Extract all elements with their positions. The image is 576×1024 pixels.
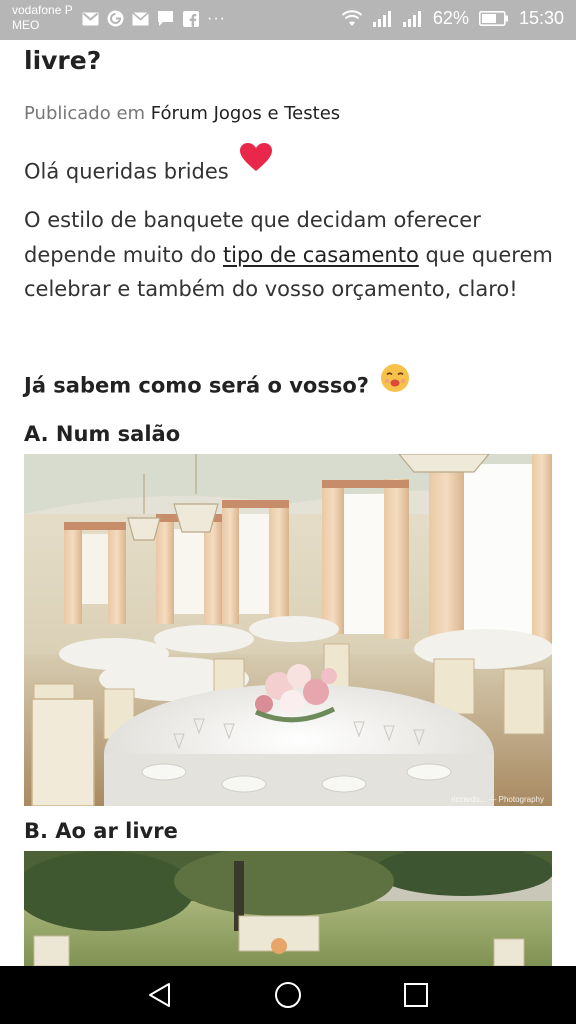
article-title: livre? [24, 46, 102, 75]
status-right: 62% 15:30 [341, 8, 564, 29]
published-prefix: Publicado em [24, 103, 151, 124]
forum-link[interactable]: Fórum Jogos e Testes [151, 103, 340, 124]
photo-credit: riccardo... — Photography [451, 795, 544, 804]
facebook-icon [182, 10, 199, 27]
home-button[interactable] [273, 980, 303, 1010]
email-icon [132, 10, 149, 27]
signal-icon-2 [402, 10, 423, 27]
signal-icon-1 [372, 10, 393, 27]
status-bar: vodafone P MEO ··· 62% 15:30 [0, 0, 576, 40]
notification-icons: ··· [82, 10, 226, 27]
gmail-icon [82, 10, 99, 27]
option-a-heading: A. Num salão [24, 422, 181, 446]
published-line: Publicado em Fórum Jogos e Testes [24, 103, 340, 124]
wifi-icon [341, 10, 363, 27]
home-icon [275, 982, 301, 1008]
question-heading: Já sabem como será o vosso? [24, 364, 410, 404]
question-text: Já sabem como será o vosso? [24, 373, 369, 398]
kissing-face-icon [380, 363, 410, 398]
back-button[interactable] [145, 980, 175, 1010]
greeting-line: Olá queridas brides [24, 143, 554, 193]
carrier-info: vodafone P MEO [12, 3, 73, 33]
greeting-text: Olá queridas brides [24, 159, 229, 184]
carrier-secondary: MEO [12, 18, 40, 32]
option-b-heading: B. Ao ar livre [24, 819, 178, 843]
app-icon [107, 10, 124, 27]
recent-apps-icon [404, 983, 428, 1007]
navigation-bar [0, 966, 576, 1024]
banquet-hall-photo: riccardo... — Photography [24, 454, 552, 806]
more-notifications-icon: ··· [207, 9, 226, 27]
back-icon [149, 983, 170, 1007]
battery-percent: 62% [432, 8, 469, 28]
recent-apps-button[interactable] [401, 980, 431, 1010]
chat-icon [157, 10, 174, 27]
body-paragraph: O estilo de banquete que decidam oferece… [24, 203, 554, 307]
battery-icon [478, 11, 509, 26]
heart-icon [239, 142, 273, 183]
outdoor-wedding-photo [24, 851, 552, 966]
carrier-name: vodafone P [12, 3, 73, 17]
clock: 15:30 [518, 8, 564, 28]
tipo-de-casamento-link[interactable]: tipo de casamento [223, 243, 419, 267]
